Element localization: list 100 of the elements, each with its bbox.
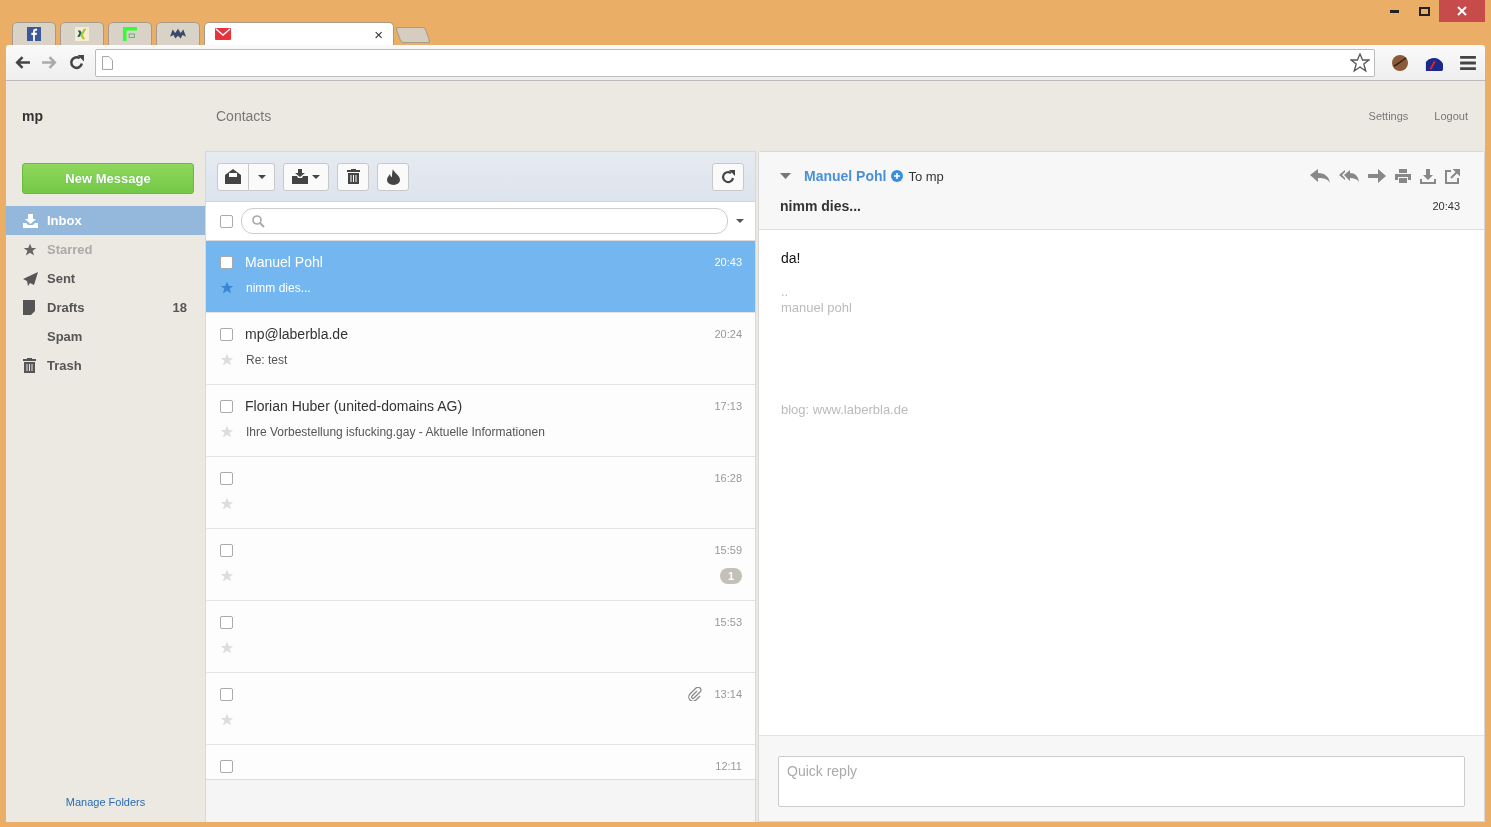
add-contact-icon[interactable] xyxy=(891,170,904,182)
document-icon xyxy=(23,300,35,315)
forward-arrow-icon[interactable] xyxy=(41,54,58,71)
message-time: 12:11 xyxy=(715,760,742,772)
message-time: 16:28 xyxy=(714,472,742,484)
message-checkbox[interactable] xyxy=(220,255,233,269)
browser-tab[interactable]: × xyxy=(204,22,394,45)
tray-arrow-icon xyxy=(292,169,308,184)
folder-item[interactable]: Sent xyxy=(6,264,205,293)
star-icon[interactable] xyxy=(220,641,234,655)
caret-icon xyxy=(257,174,266,179)
message-row[interactable]: Manuel Pohl 20:43 nimm dies... xyxy=(206,241,755,313)
browser-tab[interactable] xyxy=(12,22,56,45)
message-time: 20:43 xyxy=(1432,200,1460,212)
reload-icon[interactable] xyxy=(68,54,85,71)
message-checkbox[interactable] xyxy=(220,687,233,701)
caret-icon[interactable] xyxy=(736,219,744,223)
coffee-bean-icon[interactable] xyxy=(1391,53,1409,72)
contacts-link[interactable]: Contacts xyxy=(216,108,272,124)
caret-icon xyxy=(312,174,320,179)
bookmark-star-icon[interactable] xyxy=(1350,52,1370,73)
maximize-icon xyxy=(1418,6,1430,16)
message-time: 20:24 xyxy=(714,328,742,340)
download-icon[interactable] xyxy=(1420,168,1436,184)
flame-icon xyxy=(386,168,400,185)
select-all-checkbox[interactable] xyxy=(220,214,233,228)
close-icon xyxy=(1457,6,1467,16)
star-icon[interactable] xyxy=(220,353,234,367)
message-subject: nimm dies... xyxy=(246,281,311,295)
message-checkbox[interactable] xyxy=(220,327,233,341)
message-time: 20:43 xyxy=(714,256,742,268)
search-icon xyxy=(252,214,265,228)
signature-line: manuel pohl xyxy=(781,300,853,316)
page-icon xyxy=(102,55,113,70)
message-subject: Ihre Vorbestellung isfucking.gay - Aktuelle Informationen xyxy=(246,425,545,439)
trash-icon xyxy=(23,358,36,373)
message-time: 17:13 xyxy=(714,400,742,412)
quick-reply-field[interactable]: Quick reply xyxy=(778,756,1465,807)
forward-icon[interactable] xyxy=(1368,169,1386,183)
folder-item[interactable]: Spam xyxy=(6,322,205,351)
folder-item[interactable]: Trash xyxy=(6,351,205,380)
folder-count: 18 xyxy=(172,300,187,315)
spam-button[interactable] xyxy=(377,162,409,191)
delete-button[interactable] xyxy=(337,162,369,191)
message-checkbox[interactable] xyxy=(220,615,233,629)
header-link[interactable]: Settings xyxy=(1368,110,1409,122)
signature-line: .. xyxy=(781,284,790,300)
f-logo-icon xyxy=(26,27,42,41)
envelope-icon xyxy=(215,27,231,41)
message-subject: Re: test xyxy=(246,353,288,367)
back-arrow-icon[interactable] xyxy=(14,54,31,71)
browser-tab[interactable] xyxy=(156,22,200,45)
message-sender: Florian Huber (united-domains AG) xyxy=(245,398,463,414)
star-icon[interactable] xyxy=(220,281,234,295)
star-icon[interactable] xyxy=(220,497,234,511)
reply-all-icon[interactable] xyxy=(1339,169,1359,183)
reply-icon[interactable] xyxy=(1310,169,1330,183)
paper-plane-icon xyxy=(23,271,38,286)
message-checkbox[interactable] xyxy=(220,471,233,485)
close-window-button[interactable] xyxy=(1439,0,1485,22)
message-body: da! xyxy=(781,250,802,266)
message-time: 15:59 xyxy=(714,544,742,556)
recipient: To mp xyxy=(908,168,944,184)
message-subject: nimm dies... xyxy=(780,198,861,214)
move-button[interactable] xyxy=(283,162,329,191)
close-tab-button[interactable]: × xyxy=(374,25,383,43)
thread-count-badge: 1 xyxy=(719,568,742,584)
message-time: 15:53 xyxy=(714,616,742,628)
sender-name[interactable]: Manuel Pohl xyxy=(804,168,887,184)
message-checkbox[interactable] xyxy=(220,399,233,413)
print-icon[interactable] xyxy=(1395,169,1411,183)
mark-read-button[interactable] xyxy=(217,162,249,191)
external-link-icon[interactable] xyxy=(1445,168,1460,184)
folder-item[interactable]: Inbox xyxy=(6,206,205,235)
corner-bracket-icon xyxy=(122,27,138,41)
menu-icon[interactable] xyxy=(1459,53,1477,72)
star-icon[interactable] xyxy=(220,425,234,439)
refresh-button[interactable] xyxy=(712,162,744,191)
account-name: mp xyxy=(22,108,44,124)
inbox-tray-icon xyxy=(23,213,38,228)
search-field[interactable] xyxy=(241,208,728,234)
minimize-icon xyxy=(1389,9,1399,13)
message-checkbox[interactable] xyxy=(220,759,233,773)
folder-item[interactable]: Drafts 18 xyxy=(6,293,205,322)
message-sender: mp@laberbla.de xyxy=(245,326,348,342)
manage-folders-link[interactable]: Manage Folders xyxy=(65,796,146,808)
message-time: 13:14 xyxy=(714,688,742,700)
collapse-caret-icon[interactable] xyxy=(780,173,791,179)
star-icon xyxy=(23,242,37,257)
trash-icon xyxy=(346,169,360,184)
header-link[interactable]: Logout xyxy=(1434,110,1468,122)
star-icon[interactable] xyxy=(220,713,234,727)
new-tab-button[interactable] xyxy=(395,27,431,43)
open-envelope-icon xyxy=(225,169,241,184)
x-logo-icon xyxy=(74,27,90,41)
message-checkbox[interactable] xyxy=(220,543,233,557)
refresh-icon xyxy=(720,168,736,185)
message-sender: Manuel Pohl xyxy=(245,254,323,270)
star-icon[interactable] xyxy=(220,569,234,583)
bat-logo-icon xyxy=(170,27,186,41)
